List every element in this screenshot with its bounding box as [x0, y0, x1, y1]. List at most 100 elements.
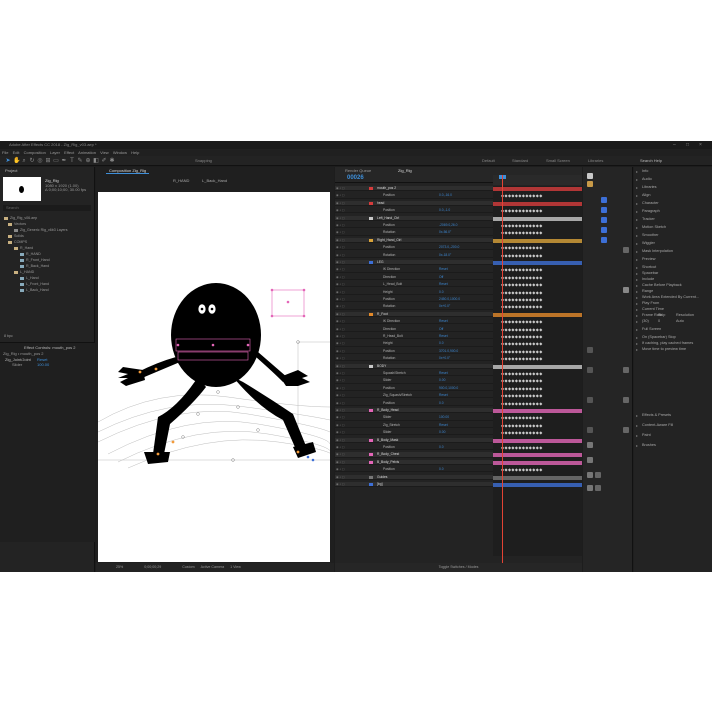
property-value[interactable]: 0.00: [439, 378, 445, 382]
timeline-layer-row[interactable]: ◉ ♪ ▢ Guides: [335, 474, 493, 480]
side-panel-item[interactable]: Motion Sketch: [642, 225, 666, 229]
timeline-layer-row[interactable]: ◉ ♪ ▢ [bg]: [335, 482, 493, 488]
ctrl-point[interactable]: [302, 288, 306, 292]
visibility-switch-icon[interactable]: ◉ ♪ ▢: [336, 379, 354, 382]
character-zig[interactable]: [118, 283, 316, 464]
panel-expand-icon[interactable]: ▸: [636, 289, 638, 294]
keyframe-icons[interactable]: ◆◆◆◆◆◆◆◆◆◆◆◆: [501, 305, 543, 309]
property-value[interactable]: 0x+0.0°: [439, 356, 450, 360]
ctrl-point[interactable]: [154, 367, 158, 371]
side-panel-item[interactable]: On (Spacebar) Stop: [642, 335, 676, 339]
ctrl-point[interactable]: [306, 455, 310, 459]
panel-expand-icon[interactable]: ▸: [636, 185, 638, 190]
menu-composition[interactable]: Composition: [24, 150, 46, 155]
type-tool-icon[interactable]: T: [69, 158, 75, 164]
side-panel-item[interactable]: Info: [642, 169, 648, 173]
keyframe-icons[interactable]: ◆◆◆◆◆◆◆◆◆◆◆◆: [501, 246, 543, 250]
layer-label-color[interactable]: [369, 453, 373, 457]
timeline-property-row[interactable]: ◉ ♪ ▢ L_Head_Bolt Reset: [335, 282, 493, 288]
timeline-property-row[interactable]: ◉ ♪ ▢ Position 900.0,1000.0: [335, 386, 493, 391]
panel-expand-icon[interactable]: ▸: [636, 225, 638, 230]
visibility-switch-icon[interactable]: ◉ ♪ ▢: [336, 224, 354, 227]
side-panel-item[interactable]: 0: [658, 319, 660, 323]
property-value[interactable]: -2069.0,26.0: [439, 223, 458, 227]
timeline-property-row[interactable]: ◉ ♪ ▢ Zig_Stretch Reset: [335, 423, 493, 428]
timeline-property-row[interactable]: ◉ ♪ ▢ Position 0.0,-16.0: [335, 193, 493, 199]
search-help[interactable]: Search Help: [640, 158, 662, 163]
layer-label-color[interactable]: [369, 438, 373, 442]
side-panel-item[interactable]: Paint: [642, 433, 651, 437]
timeline-property-row[interactable]: ◉ ♪ ▢ Slider 100.00: [335, 415, 493, 421]
panel-expand-icon[interactable]: ▸: [636, 335, 638, 340]
visibility-switch-icon[interactable]: ◉ ♪ ▢: [336, 187, 354, 190]
layer-duration-bar[interactable]: [493, 312, 582, 317]
tool-button[interactable]: [601, 197, 607, 203]
toggle-switches-modes[interactable]: Toggle Switches / Modes: [335, 563, 582, 572]
visibility-switch-icon[interactable]: ◉ ♪ ▢: [336, 261, 354, 264]
track-area[interactable]: ◆◆◆◆◆◆◆◆◆◆◆◆ ◆◆◆◆◆◆◆◆◆◆◆◆ ◆◆◆◆◆◆◆◆◆◆◆◆ ◆◆◆◆…: [493, 186, 582, 556]
rotate-tool-icon[interactable]: ↻: [29, 158, 35, 164]
side-panel-item[interactable]: Preview: [642, 257, 656, 261]
maximize-icon[interactable]: □: [686, 141, 689, 149]
visibility-switch-icon[interactable]: ◉ ♪ ▢: [336, 446, 354, 449]
menu-help[interactable]: Help: [131, 150, 139, 155]
visibility-switch-icon[interactable]: ◉ ♪ ▢: [336, 305, 354, 308]
panel-expand-icon[interactable]: ▸: [636, 217, 638, 222]
panel-expand-icon[interactable]: ▸: [636, 301, 638, 306]
visibility-switch-icon[interactable]: ◉ ♪ ▢: [336, 209, 354, 212]
mask-tool-icon[interactable]: ▭: [53, 158, 59, 164]
selection-tool-icon[interactable]: ➤: [5, 158, 11, 164]
menu-animation[interactable]: Animation: [78, 150, 96, 155]
timeline-property-row[interactable]: ◉ ♪ ▢ Rotation 0x-18.0°: [335, 253, 493, 258]
property-value[interactable]: 0.0: [439, 290, 444, 294]
layer-label-color[interactable]: [369, 364, 373, 368]
keyframe-icons[interactable]: ◆◆◆◆◆◆◆◆◆◆◆◆: [501, 194, 543, 198]
property-value[interactable]: 2073.0,-200.0: [439, 245, 459, 249]
menu-window[interactable]: Window: [113, 150, 127, 155]
list-item[interactable]: Vectors: [8, 222, 26, 227]
timeline-layer-row[interactable]: ◉ ♪ ▢ BODY: [335, 363, 493, 369]
side-panel-item[interactable]: If caching, play cached frames: [642, 341, 693, 345]
visibility-switch-icon[interactable]: ◉ ♪ ▢: [336, 386, 354, 390]
effect-controls-header[interactable]: Effect Controls: mouth_pos 2: [24, 345, 76, 350]
property-value[interactable]: 3701.0,900.0: [439, 349, 458, 353]
property-value[interactable]: 0x+0.0°: [439, 304, 450, 308]
keyframe-icons[interactable]: ◆◆◆◆◆◆◆◆◆◆◆◆: [501, 231, 543, 235]
property-value[interactable]: 0.00: [439, 430, 445, 434]
timeline-property-row[interactable]: ◉ ♪ ▢ Zig_Squash/Stretch Reset: [335, 393, 493, 399]
list-item[interactable]: Zig_Rig_v06.aep: [4, 216, 37, 221]
layer-label-color[interactable]: [369, 187, 373, 190]
panel-expand-icon[interactable]: ▸: [636, 327, 638, 332]
visibility-switch-icon[interactable]: ◉ ♪ ▢: [336, 216, 354, 220]
side-panel-item[interactable]: Move time to preview time: [642, 347, 686, 351]
character-body[interactable]: [171, 283, 261, 387]
time-ruler[interactable]: [493, 175, 582, 185]
keyframe-icons[interactable]: ◆◆◆◆◆◆◆◆◆◆◆◆: [501, 416, 543, 420]
panel-expand-icon[interactable]: ▸: [636, 233, 638, 238]
layer-duration-bar[interactable]: [493, 187, 582, 191]
timeline-property-row[interactable]: ◉ ♪ ▢ Position 0.0: [335, 445, 493, 451]
property-value[interactable]: 2450.0,1000.0: [439, 297, 460, 301]
layer-label-color[interactable]: [369, 216, 373, 220]
keyframe-icons[interactable]: ◆◆◆◆◆◆◆◆◆◆◆◆: [501, 335, 543, 339]
panel-expand-icon[interactable]: ▸: [636, 413, 638, 418]
visibility-switch-icon[interactable]: ◉ ♪ ▢: [336, 335, 354, 338]
property-value[interactable]: 0.0: [439, 467, 444, 471]
visibility-switch-icon[interactable]: ◉ ♪ ▢: [336, 312, 354, 316]
tab-r-hand[interactable]: R_HAND: [170, 178, 192, 184]
visibility-switch-icon[interactable]: ◉ ♪ ▢: [336, 298, 354, 301]
list-item[interactable]: COMPS: [8, 240, 27, 245]
panel-expand-icon[interactable]: ▸: [636, 265, 638, 270]
timeline-layer-row[interactable]: ◉ ♪ ▢ R_Body_Head: [335, 408, 493, 414]
layer-label-color[interactable]: [369, 483, 373, 486]
visibility-switch-icon[interactable]: ◉ ♪ ▢: [336, 320, 354, 323]
timeline-layer-row[interactable]: ◉ ♪ ▢ B_Body_Mask: [335, 437, 493, 443]
bpc-label[interactable]: 8 bpc: [4, 334, 13, 338]
timeline-property-row[interactable]: ◉ ♪ ▢ Slider 0.00: [335, 430, 493, 436]
side-panel-item[interactable]: Wiggler: [642, 241, 655, 245]
visibility-switch-icon[interactable]: ◉ ♪ ▢: [336, 483, 354, 486]
ctrl-point[interactable]: [302, 314, 306, 318]
keyframe-icons[interactable]: ◆◆◆◆◆◆◆◆◆◆◆◆: [501, 327, 543, 332]
ctrl-point[interactable]: [138, 370, 142, 374]
side-panel-item[interactable]: Shortcut: [642, 265, 656, 269]
